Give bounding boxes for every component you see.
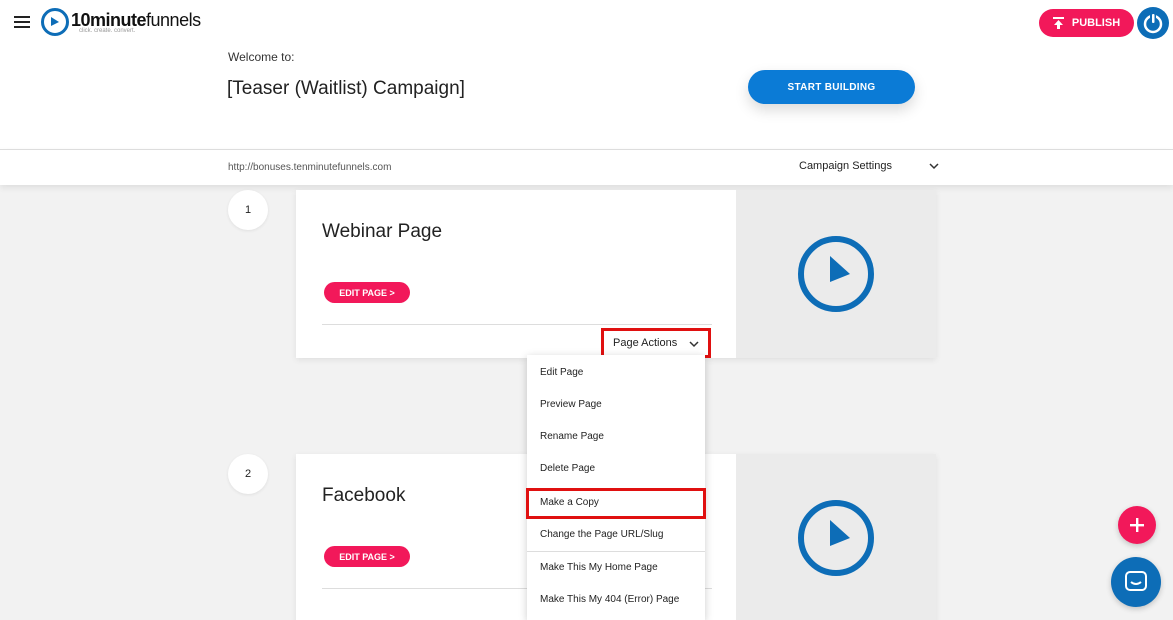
highlight-box	[526, 488, 706, 519]
campaign-title: [Teaser (Waitlist) Campaign]	[227, 78, 465, 99]
top-header: 10minutefunnels click. create. convert. …	[0, 0, 1173, 149]
edit-page-button[interactable]: EDIT PAGE >	[324, 546, 410, 567]
page-title: Webinar Page	[322, 221, 443, 242]
card-divider	[322, 324, 712, 325]
logo-text-light: funnels	[146, 10, 201, 30]
chevron-down-icon	[689, 341, 699, 348]
clock-logo-icon	[798, 500, 874, 576]
logo-tagline: click. create. convert.	[79, 28, 136, 34]
add-page-button[interactable]	[1118, 506, 1156, 544]
page-actions-menu: Edit Page Preview Page Rename Page Delet…	[526, 355, 706, 620]
menu-item-change-url-slug[interactable]: Change the Page URL/Slug	[527, 519, 705, 549]
chevron-down-icon[interactable]	[929, 163, 939, 170]
clock-logo-icon	[41, 8, 69, 36]
menu-item-edit-page[interactable]: Edit Page	[527, 357, 705, 387]
plus-icon	[1130, 518, 1144, 532]
campaign-url-link[interactable]: http://bonuses.tenminutefunnels.com	[228, 162, 391, 173]
menu-item-make-404-page[interactable]: Make This My 404 (Error) Page	[527, 584, 705, 614]
chat-icon	[1125, 571, 1147, 591]
start-building-button[interactable]: START BUILDING	[748, 70, 915, 104]
page-thumbnail[interactable]	[736, 190, 936, 358]
power-icon	[1143, 13, 1163, 34]
menu-item-delete-page[interactable]: Delete Page	[527, 453, 705, 483]
chat-support-button[interactable]	[1111, 557, 1161, 607]
power-button[interactable]	[1137, 7, 1169, 39]
page-actions-dropdown[interactable]: Page Actions	[601, 328, 711, 358]
hamburger-menu-icon[interactable]	[14, 16, 30, 30]
page-card: Webinar Page EDIT PAGE > Page Actions	[296, 190, 936, 358]
edit-page-button[interactable]: EDIT PAGE >	[324, 282, 410, 303]
step-number: 1	[228, 190, 268, 230]
menu-item-preview-page[interactable]: Preview Page	[527, 389, 705, 419]
menu-item-rename-page[interactable]: Rename Page	[527, 421, 705, 451]
campaign-settings-button[interactable]: Campaign Settings	[799, 160, 892, 172]
step-number: 2	[228, 454, 268, 494]
upload-icon	[1052, 17, 1064, 29]
campaign-url-bar: http://bonuses.tenminutefunnels.com Camp…	[0, 149, 1173, 185]
page-actions-label: Page Actions	[613, 337, 678, 349]
menu-item-make-home-page[interactable]: Make This My Home Page	[527, 552, 705, 582]
publish-label: PUBLISH	[1071, 17, 1121, 29]
clock-logo-icon	[798, 236, 874, 312]
publish-button[interactable]: PUBLISH	[1039, 9, 1134, 37]
page-title: Facebook	[322, 485, 406, 506]
logo-text-bold: 10minute	[71, 10, 147, 30]
page-thumbnail[interactable]	[736, 454, 936, 620]
welcome-label: Welcome to:	[228, 50, 295, 64]
